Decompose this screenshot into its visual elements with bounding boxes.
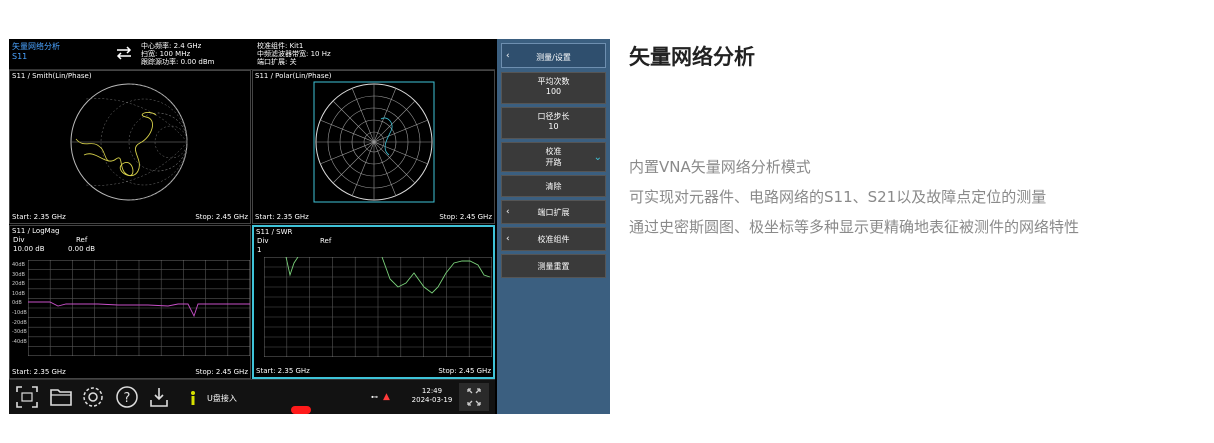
softkey-measure-setup[interactable]: ‹ 测量/设置: [501, 43, 606, 68]
submenu-arrow-icon: ‹: [506, 234, 510, 244]
folder-icon[interactable]: [49, 385, 73, 409]
logmag-ref-label: Ref: [76, 236, 88, 244]
logmag-ytick-label: -30dB: [12, 329, 27, 336]
logmag-ytick-label: 10dB: [12, 290, 25, 297]
chevron-down-icon: ⌄: [593, 152, 602, 163]
polar-chart: [313, 81, 435, 203]
logmag-grid: [28, 260, 250, 356]
swr-start: Start: 2.35 GHz: [256, 367, 310, 375]
logmag-ytick-label: -10dB: [12, 310, 27, 316]
softkey-calibrate-label: 校准: [545, 147, 562, 156]
logmag-ytick-label: -20dB: [12, 319, 27, 326]
center-freq: 中心频率: 2.4 GHz: [141, 42, 202, 50]
softkey-aperture[interactable]: 口径步长 10: [501, 107, 606, 139]
settings-icon[interactable]: [81, 385, 105, 409]
smith-stop: Stop: 2.45 GHz: [195, 213, 248, 221]
back-icon: ‹: [506, 50, 510, 61]
status-header: 矢量网络分析 S11 中心频率: 2.4 GHz 扫宽: 100 MHz 跟踪源…: [9, 39, 495, 70]
polar-start: Start: 2.35 GHz: [255, 213, 309, 221]
article-line-1: 内置VNA矢量网络分析模式: [629, 158, 811, 176]
softkey-measure-setup-label: 测量/设置: [536, 53, 571, 62]
logmag-ytick-label: 30dB: [12, 271, 25, 278]
mode-indicator[interactable]: 矢量网络分析 S11: [12, 42, 60, 62]
logmag-ytick-label: 40dB: [12, 262, 25, 268]
softkey-aperture-label: 口径步长: [537, 112, 570, 121]
swr-stop: Stop: 2.45 GHz: [438, 367, 491, 375]
softkey-measure-reset-label: 测量重置: [537, 262, 570, 271]
softkey-cal-kit-label: 校准组件: [537, 235, 570, 244]
softkey-clear[interactable]: 清除: [501, 175, 606, 197]
mode-param: S11: [12, 52, 28, 61]
usb-message: U盘接入: [207, 394, 237, 403]
smith-chart: [70, 83, 188, 201]
logmag-panel[interactable]: S11 / LogMag Div Ref 10.00 dB 0.00 dB 40…: [9, 225, 251, 379]
logmag-ref-value: 0.00 dB: [68, 245, 96, 253]
source-power: 跟踪源功率: 0.00 dBm: [141, 58, 215, 66]
help-icon[interactable]: ?: [115, 385, 139, 409]
swr-title: S11 / SWR: [256, 228, 293, 236]
swr-panel[interactable]: S11 / SWR Div Ref 1 Start: 2.35 GHz Stop…: [252, 225, 495, 379]
port-extension-status: 端口扩展: 关: [257, 58, 297, 66]
if-bandwidth: 中频滤波器带宽: 10 Hz: [257, 50, 331, 58]
polar-stop: Stop: 2.45 GHz: [439, 213, 492, 221]
swr-trace: [285, 257, 491, 294]
softkey-calibrate-value: 开路: [545, 158, 562, 167]
submenu-arrow-icon: ‹: [506, 207, 510, 217]
cal-info: 校准组件: Kit1 中频滤波器带宽: 10 Hz 端口扩展: 关: [257, 42, 331, 66]
softkey-port-extension[interactable]: ‹ 端口扩展: [501, 200, 606, 224]
article-line-2: 可实现对元器件、电路网络的S11、S21以及故障点定位的测量: [629, 188, 1047, 206]
instrument-screen: 矢量网络分析 S11 中心频率: 2.4 GHz 扫宽: 100 MHz 跟踪源…: [9, 39, 610, 414]
usb-icon: ⊷: [371, 393, 378, 401]
info-icon: [191, 391, 195, 405]
swr-grid: [264, 257, 492, 357]
drawer-handle[interactable]: [291, 406, 311, 414]
logmag-ytick-label: 20dB: [12, 281, 25, 288]
logmag-div-label: Div: [13, 236, 25, 244]
warning-icon[interactable]: ▲: [383, 392, 390, 402]
clock-date: 2024-03-19: [411, 396, 453, 404]
logmag-start: Start: 2.35 GHz: [12, 368, 66, 376]
softkey-calibrate[interactable]: 校准 开路 ⌄: [501, 142, 606, 172]
download-icon[interactable]: [147, 385, 171, 409]
softkey-measure-reset[interactable]: 测量重置: [501, 254, 606, 278]
softkey-average[interactable]: 平均次数 100: [501, 72, 606, 104]
softkey-average-label: 平均次数: [537, 77, 570, 86]
cal-kit: 校准组件: Kit1: [257, 42, 304, 50]
logmag-div-value: 10.00 dB: [13, 245, 45, 253]
mode-title: 矢量网络分析: [12, 42, 60, 51]
logmag-ytick-label: 0dB: [12, 300, 22, 307]
softkey-average-value: 100: [545, 87, 562, 96]
fullscreen-button[interactable]: [459, 383, 489, 411]
screenshot-icon[interactable]: [15, 385, 39, 409]
smith-start: Start: 2.35 GHz: [12, 213, 66, 221]
softkey-panel: ‹ 测量/设置 平均次数 100 口径步长 10 校准 开路 ⌄ 清除 ‹ 端口…: [497, 39, 610, 414]
article-line-3: 通过史密斯圆图、极坐标等多种显示更精确地表征被测件的网络特性: [629, 218, 1080, 236]
swr-div-value: 1: [257, 246, 262, 254]
clock: 12:49 2024-03-19: [411, 387, 453, 405]
logmag-stop: Stop: 2.45 GHz: [195, 368, 248, 376]
span: 扫宽: 100 MHz: [141, 50, 191, 58]
smith-chart-panel[interactable]: S11 / Smith(Lin/Phase) Start: 2.35 GHz S…: [9, 70, 251, 224]
clock-time: 12:49: [421, 387, 443, 395]
logmag-title: S11 / LogMag: [12, 227, 60, 235]
polar-chart-panel[interactable]: S11 / Polar(Lin/Phase) Start: 2.35 GHz S…: [252, 70, 495, 224]
softkey-aperture-value: 10: [548, 122, 559, 131]
softkey-cal-kit[interactable]: ‹ 校准组件: [501, 227, 606, 251]
swr-ref-label: Ref: [320, 237, 332, 245]
swr-div-label: Div: [257, 237, 269, 245]
fullscreen-icon: [467, 388, 481, 406]
softkey-port-extension-label: 端口扩展: [537, 208, 570, 217]
softkey-clear-label: 清除: [545, 182, 562, 191]
svg-text:?: ?: [124, 391, 131, 406]
article-title: 矢量网络分析: [629, 45, 755, 69]
logmag-ytick-label: -40dB: [12, 338, 27, 345]
taskbar: ? U盘接入 ⊷ ▲ 12:49 2024-03-19: [9, 379, 495, 414]
swap-icon[interactable]: [115, 45, 133, 61]
sweep-info: 中心频率: 2.4 GHz 扫宽: 100 MHz 跟踪源功率: 0.00 dB…: [141, 42, 214, 66]
